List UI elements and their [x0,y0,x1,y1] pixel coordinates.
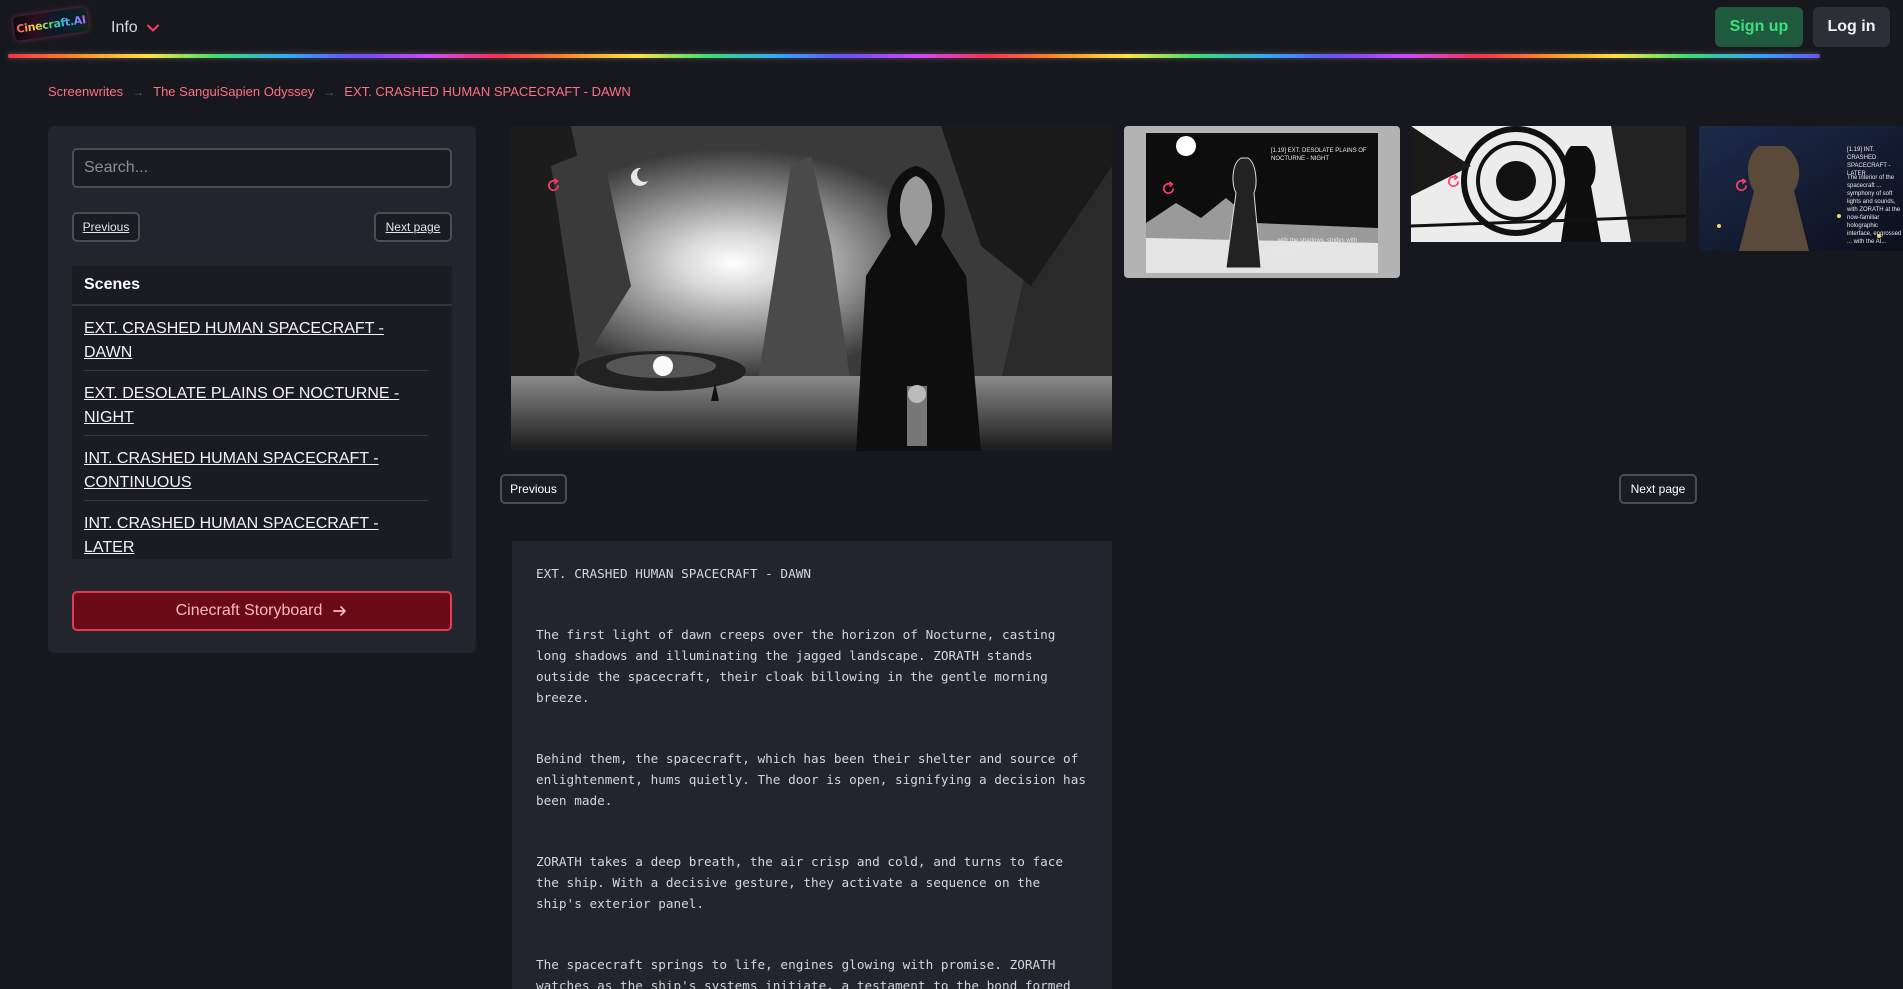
info-label: Info [111,19,138,36]
sidebar-previous-button[interactable]: Previous [72,212,140,242]
alien-landscape-illustration [511,126,1112,451]
scene-link[interactable]: INT. CRASHED HUMAN SPACECRAFT - LATER [84,515,379,556]
info-menu[interactable]: Info [111,17,160,39]
scene-link[interactable]: INT. CRASHED HUMAN SPACECRAFT - CONTINUO… [84,450,379,491]
next-page-button[interactable]: Next page [1619,474,1697,504]
scene-link[interactable]: EXT. CRASHED HUMAN SPACECRAFT - DAWN [84,320,384,361]
refresh-icon[interactable] [1446,174,1461,189]
scene-item: EXT. DESOLATE PLAINS OF NOCTURNE - NIGHT [84,371,428,436]
thumbnail-body: ... with the shadows, strides with purpo… [1271,238,1358,252]
scene-sidebar: Previous Next page Scenes EXT. CRASHED H… [48,126,476,653]
refresh-icon[interactable] [546,178,561,193]
login-button[interactable]: Log in [1813,7,1890,47]
scene-item: EXT. CRASHED HUMAN SPACECRAFT - DAWN [84,306,428,371]
breadcrumb-separator: → [132,84,145,99]
search-input[interactable] [72,148,452,188]
script-paragraph: ZORATH takes a deep breath, the air cris… [536,854,1064,911]
main-storyboard-image[interactable] [511,126,1112,451]
cinecraft-storyboard-button[interactable]: Cinecraft Storyboard [72,591,452,631]
refresh-icon[interactable] [1734,178,1749,193]
script-paragraph: Behind them, the spacecraft, which has b… [536,751,1086,808]
thumbnail-image[interactable] [1411,126,1686,242]
breadcrumb-project[interactable]: The SanguiSapien Odyssey [153,84,314,99]
previous-button[interactable]: Previous [500,474,567,504]
thumbnail-selected[interactable]: [1.19] EXT. DESOLATE PLAINS OF NOCTURNE … [1124,126,1400,278]
rainbow-divider [8,54,1820,58]
thumbnail-caption: [1.19] EXT. DESOLATE PLAINS OF NOCTURNE … [1271,148,1367,162]
script-paragraph: The first light of dawn creeps over the … [536,627,1056,705]
scenes-list: Scenes EXT. CRASHED HUMAN SPACECRAFT - D… [72,266,452,559]
storyboard-label: Cinecraft Storyboard [175,602,323,619]
scenes-title: Scenes [72,266,452,306]
thumbnail-image[interactable]: [1.19] INT. CRASHED SPACECRAFT - LATER T… [1699,126,1903,251]
top-navbar: Cinecraft.AI Info Sign up Log in [0,0,1903,54]
cinecraft-logo[interactable]: Cinecraft.AI [12,6,90,42]
chevron-down-icon [146,24,159,32]
sidebar-next-page-button[interactable]: Next page [374,212,452,242]
refresh-icon[interactable] [1161,181,1176,196]
scene-item: INT. CRASHED HUMAN SPACECRAFT - LATER [84,501,428,566]
arrow-right-icon [333,606,347,616]
script-paragraph: The spacecraft springs to life, engines … [536,957,1071,989]
thumbnail-image: [1.19] EXT. DESOLATE PLAINS OF NOCTURNE … [1146,133,1378,273]
breadcrumb-separator: → [323,84,336,99]
scene-link[interactable]: EXT. DESOLATE PLAINS OF NOCTURNE - NIGHT [84,385,399,426]
breadcrumb: Screenwrites → The SanguiSapien Odyssey … [48,84,631,99]
breadcrumb-screenwrites[interactable]: Screenwrites [48,84,123,99]
scene-item: INT. CRASHED HUMAN SPACECRAFT - CONTINUO… [84,436,428,501]
logo-text: Cinecraft.AI [15,12,87,36]
signup-button[interactable]: Sign up [1715,7,1803,47]
breadcrumb-current: EXT. CRASHED HUMAN SPACECRAFT - DAWN [344,84,631,99]
scene-heading: EXT. CRASHED HUMAN SPACECRAFT - DAWN [536,566,811,581]
script-panel: EXT. CRASHED HUMAN SPACECRAFT - DAWN The… [512,541,1112,989]
thumbnail-body: The interior of the spacecraft ... symph… [1847,175,1902,245]
